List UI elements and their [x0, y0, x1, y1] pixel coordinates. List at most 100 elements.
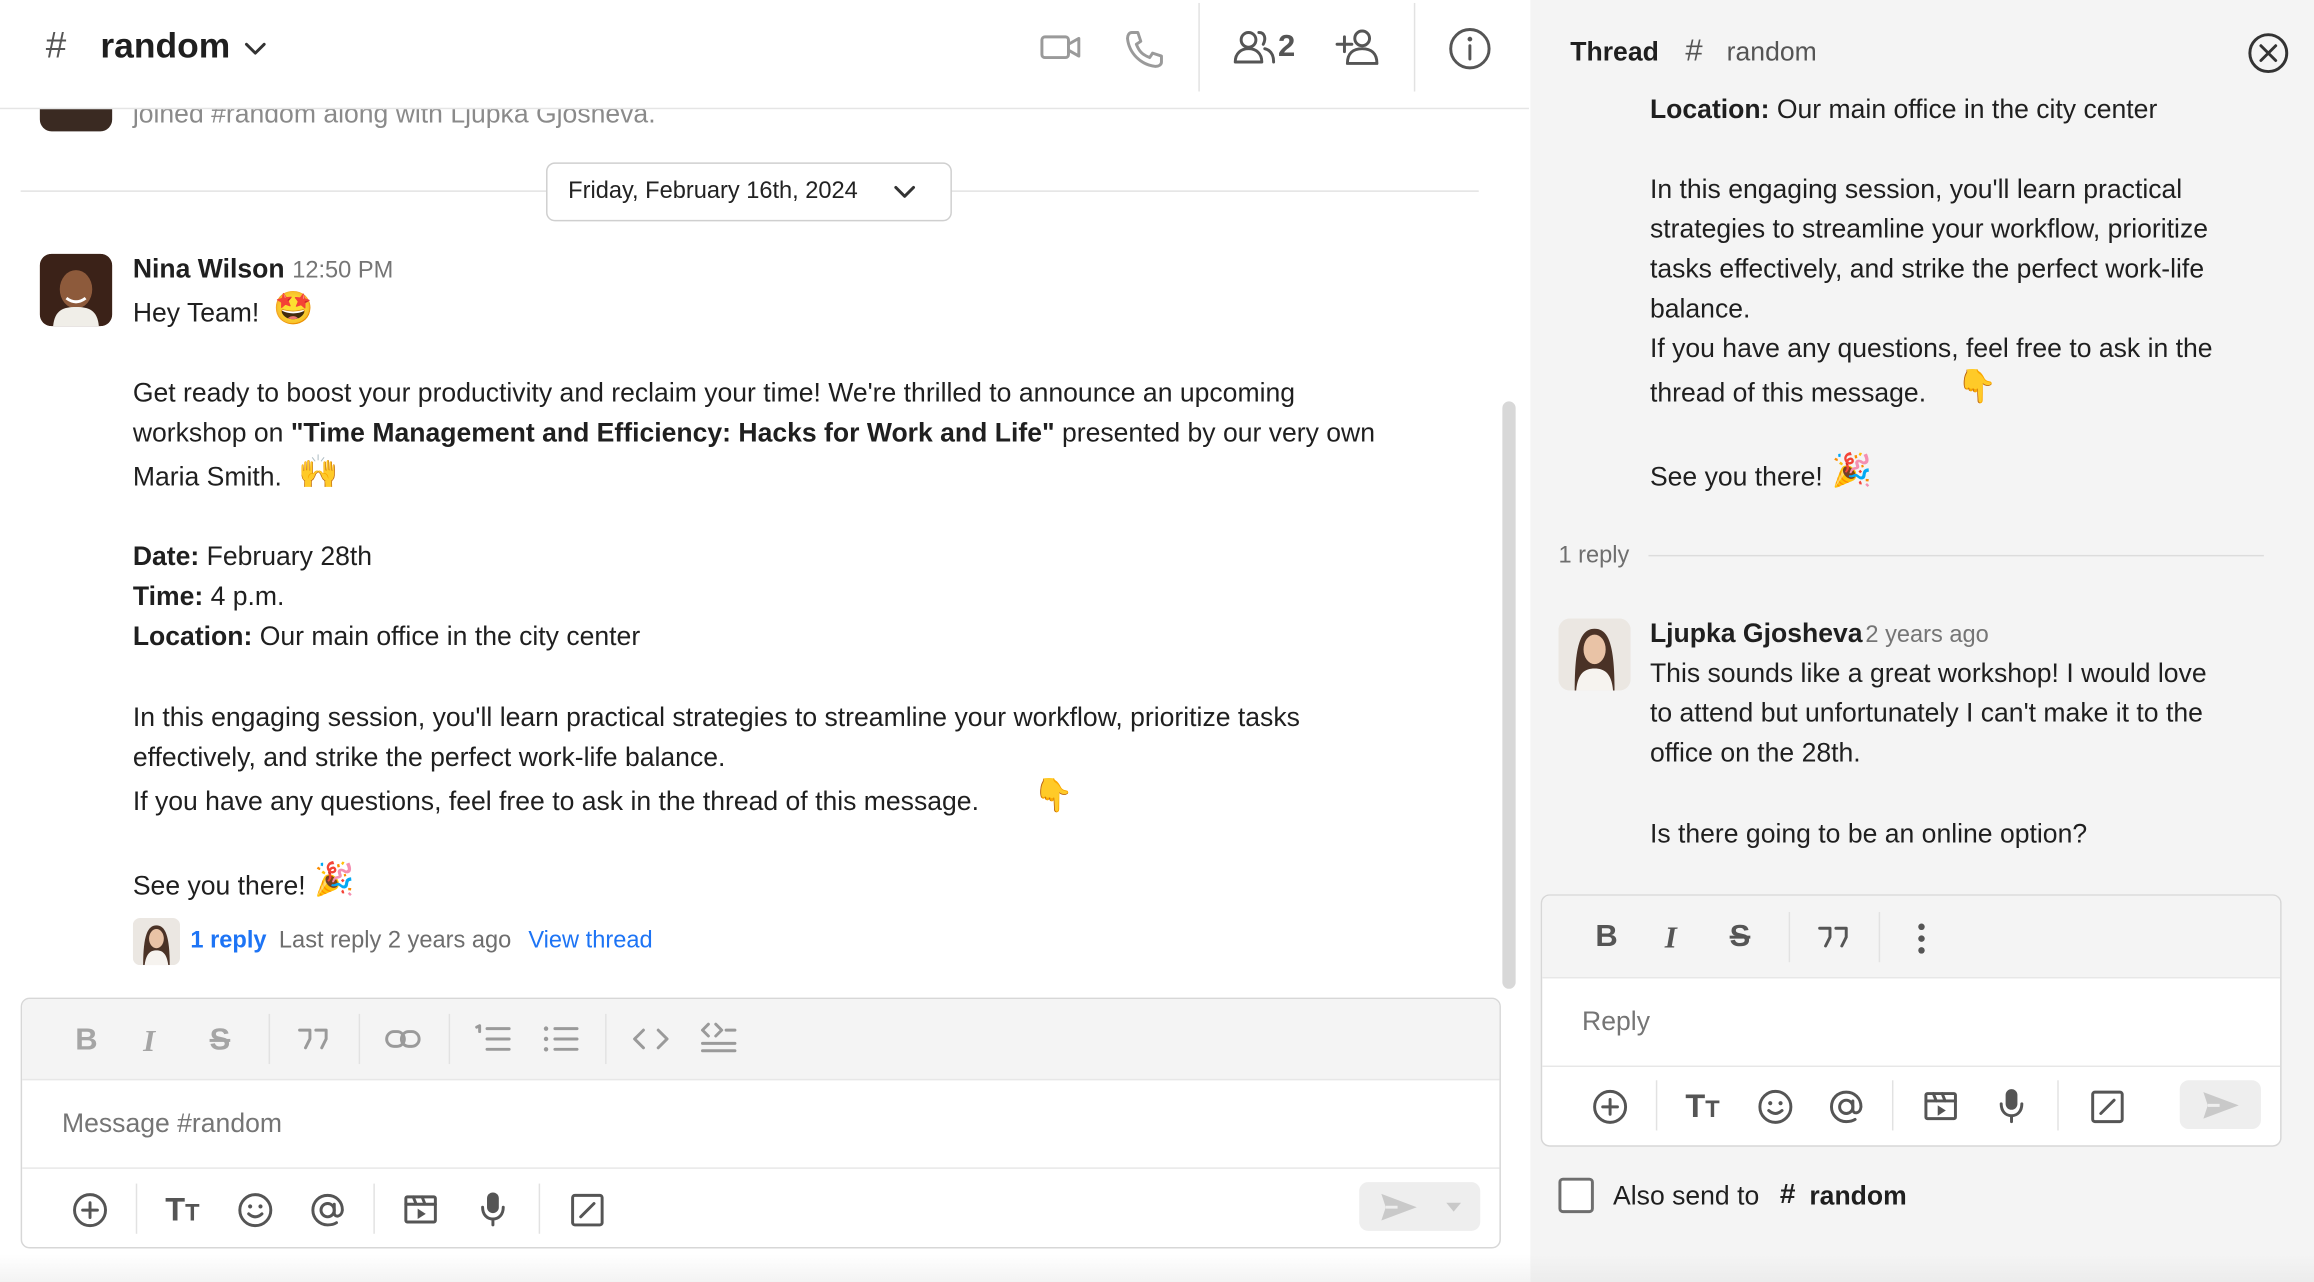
reply-line-4: Is there going to be an online option? — [1649, 819, 2088, 849]
reply-line-3: office on the 28th. — [1649, 737, 1861, 768]
last-reply-text: Last reply 2 years ago — [278, 928, 512, 954]
toolbar-divider — [373, 1183, 375, 1234]
formatting-toolbar: B I S — [22, 999, 1500, 1081]
toolbar-divider — [1891, 1080, 1894, 1131]
phone-icon[interactable] — [1122, 27, 1166, 71]
ordered-list-icon[interactable] — [474, 1023, 512, 1055]
thread-location-line: Location: Our main office in the city ce… — [1649, 97, 2158, 124]
point-down-emoji: 👇 — [1956, 368, 1998, 406]
video-message-icon[interactable] — [401, 1189, 439, 1227]
thread-line-4: balance. — [1649, 293, 1751, 324]
paragraph-1-line-2: workshop on "Time Management and Efficie… — [132, 417, 1376, 448]
strikethrough-icon[interactable]: S — [210, 1023, 231, 1058]
strikethrough-icon[interactable]: S — [1730, 919, 1751, 954]
mention-icon[interactable] — [1827, 1088, 1865, 1126]
close-icon[interactable] — [2246, 31, 2290, 75]
toolbar-divider — [448, 1013, 451, 1065]
toolbar-divider — [135, 1183, 138, 1234]
thread-line-5: If you have any questions, feel free to … — [1649, 333, 2213, 364]
slash-command-icon[interactable] — [568, 1191, 606, 1229]
paragraph-3: If you have any questions, feel free to … — [132, 786, 979, 817]
chevron-down-icon[interactable] — [242, 38, 269, 59]
send-button[interactable] — [1359, 1182, 1481, 1231]
also-send-label[interactable]: Also send to — [1613, 1181, 1759, 1212]
text-format-icon[interactable]: TT — [1685, 1088, 1719, 1126]
scrollbar-thumb[interactable] — [1502, 401, 1516, 989]
toolbar-divider — [2057, 1080, 2059, 1131]
quote-icon[interactable] — [1815, 924, 1850, 951]
also-send-checkbox[interactable] — [1558, 1177, 1594, 1214]
thread-line-7: See you there! — [1649, 461, 1823, 492]
thread-line-2: strategies to streamline your workflow, … — [1649, 213, 2209, 244]
reply-input[interactable]: Reply — [1582, 1006, 1650, 1037]
thread-line-6: thread of this message. — [1649, 377, 1927, 408]
thread-line-1: In this engaging session, you'll learn p… — [1649, 174, 2183, 204]
toolbar-divider — [605, 1013, 607, 1065]
info-icon[interactable] — [1446, 25, 1493, 72]
thread-reply-author[interactable]: Ljupka Gjosheva — [1650, 618, 1863, 649]
composer-divider — [1542, 1065, 2281, 1068]
time-line: Time: 4 p.m. — [132, 581, 285, 611]
paragraph-2-line-1: In this engaging session, you'll learn p… — [132, 702, 1300, 732]
code-icon[interactable] — [632, 1024, 670, 1054]
also-send-channel: random — [1809, 1180, 1907, 1211]
paragraph-1-line-1: Get ready to boost your productivity and… — [132, 377, 1296, 408]
quote-icon[interactable] — [295, 1026, 330, 1053]
thread-reply-composer: B I S Reply TT — [1540, 894, 2282, 1147]
message-avatar[interactable] — [39, 253, 113, 327]
date-line: Date: February 28th — [132, 541, 373, 572]
header-divider-2 — [1413, 2, 1416, 92]
italic-icon[interactable]: I — [1665, 919, 1677, 956]
point-down-emoji: 👇 — [1033, 777, 1074, 815]
video-message-icon[interactable] — [1921, 1086, 1959, 1124]
code-block-icon[interactable] — [700, 1020, 738, 1058]
channel-name[interactable]: random — [100, 27, 230, 68]
date-label: Friday, February 16th, 2024 — [568, 178, 858, 204]
link-icon[interactable] — [384, 1026, 422, 1053]
previous-message: joined #random along with Ljupka Gjoshev… — [0, 109, 1499, 139]
text-format-icon[interactable]: TT — [165, 1191, 199, 1229]
reply-divider-label: 1 reply — [1558, 543, 1630, 569]
microphone-icon[interactable] — [477, 1189, 509, 1227]
thread-title: Thread — [1570, 36, 1659, 67]
thread-send-button[interactable] — [2179, 1080, 2261, 1129]
reply-count-link[interactable]: 1 reply — [190, 928, 266, 955]
reply-divider-line — [1648, 554, 2264, 557]
joined-text: joined #random along with Ljupka Gjoshev… — [132, 109, 656, 129]
paragraph-4: See you there! — [132, 870, 306, 901]
emoji-icon[interactable] — [236, 1191, 274, 1229]
bold-icon[interactable]: B — [75, 1023, 97, 1058]
date-divider[interactable]: Friday, February 16th, 2024 — [546, 162, 952, 222]
add-icon[interactable] — [71, 1191, 109, 1229]
unordered-list-icon[interactable] — [542, 1023, 580, 1055]
composer-divider — [22, 1167, 1500, 1169]
message-input[interactable]: Message #random — [62, 1108, 282, 1139]
toolbar-divider — [1788, 912, 1791, 963]
microphone-icon[interactable] — [1995, 1086, 2027, 1124]
party-popper-emoji: 🎉 — [1831, 453, 1872, 490]
mention-icon[interactable] — [308, 1191, 346, 1229]
greeting-text: Hey Team! — [132, 298, 260, 328]
toolbar-divider — [268, 1013, 271, 1065]
bold-icon[interactable]: B — [1595, 919, 1617, 954]
member-count: 2 — [1278, 29, 1296, 64]
raised-hands-emoji: 🙌 — [298, 454, 339, 492]
message-author[interactable]: Nina Wilson — [133, 254, 285, 285]
members-icon[interactable] — [1231, 28, 1278, 66]
thread-reply-avatar[interactable] — [1558, 618, 1631, 691]
thread-formatting-toolbar: B I S — [1542, 895, 2281, 979]
thread-line-3: tasks effectively, and strike the perfec… — [1649, 253, 2205, 284]
slash-command-icon[interactable] — [2088, 1088, 2126, 1126]
send-icon — [2200, 1088, 2241, 1123]
add-icon[interactable] — [1591, 1088, 1629, 1126]
thread-channel-hash-icon: # — [1685, 33, 1703, 68]
view-thread-link[interactable]: View thread — [528, 928, 652, 955]
add-user-icon[interactable] — [1334, 27, 1387, 68]
video-call-icon[interactable] — [1039, 28, 1083, 66]
thread-channel-name[interactable]: random — [1727, 37, 1817, 68]
italic-icon[interactable]: I — [143, 1023, 155, 1060]
paragraph-2-line-2: effectively, and strike the perfect work… — [132, 742, 726, 772]
more-options-icon[interactable] — [1914, 921, 1929, 956]
toolbar-divider — [358, 1013, 361, 1065]
emoji-icon[interactable] — [1756, 1088, 1794, 1126]
